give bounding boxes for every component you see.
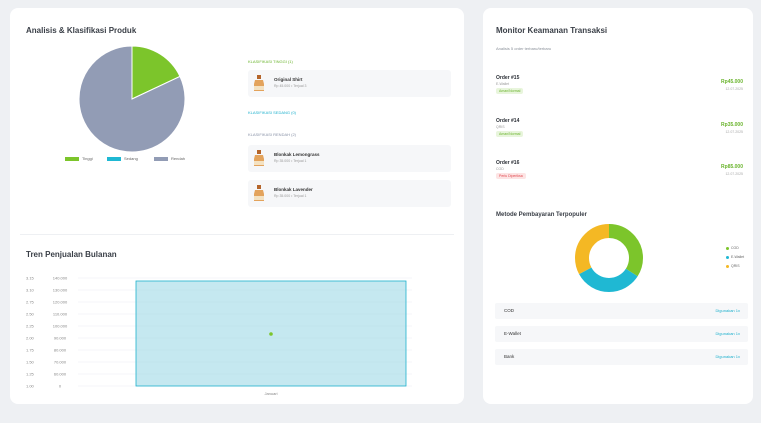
legend-label: Tinggi xyxy=(82,156,93,161)
monitor-title: Monitor Keamanan Transaksi xyxy=(496,26,608,35)
order-row[interactable]: Order #15 E-Wallet Aman/Normal Rp45.000 … xyxy=(496,75,743,101)
payment-name: Bank xyxy=(504,354,515,359)
legend-label: Sedang xyxy=(124,156,138,161)
y-tick-label-left: 2.50 xyxy=(26,312,35,317)
product-bottle-icon xyxy=(254,185,264,201)
transaction-monitor-card: Monitor Keamanan Transaksi Analisis 5 or… xyxy=(483,8,753,404)
y-tick-label-right: 140.000 xyxy=(53,276,68,281)
product-bottle-icon xyxy=(254,75,264,91)
y-tick-label-right: 80.000 xyxy=(54,348,67,353)
y-tick-label-left: 1.50 xyxy=(26,360,35,365)
y-tick-label-right: 120.000 xyxy=(53,300,68,305)
y-tick-label-left: 1.25 xyxy=(26,372,35,377)
category-rendah: KLASIFIKASI RENDAH (2) xyxy=(248,132,297,137)
status-badge: Aman/Normal xyxy=(496,88,524,94)
y-tick-label-left: 1.00 xyxy=(26,384,35,389)
order-time: 12.07.2025 xyxy=(725,87,743,91)
analysis-title: Analisis & Klasifikasi Produk xyxy=(26,26,137,35)
y-tick-label-right: 110.000 xyxy=(53,312,68,317)
order-amount: Rp85.000 xyxy=(721,164,743,170)
donut-legend-label: COD xyxy=(731,246,739,250)
donut-legend-item: COD xyxy=(726,246,739,250)
section-divider xyxy=(20,234,454,235)
y-tick-label-right: 130.000 xyxy=(53,288,68,293)
payment-row[interactable]: E-Wallet Digunakan 1x xyxy=(495,326,748,342)
y-tick-label-right: 70.000 xyxy=(54,360,67,365)
legend-swatch xyxy=(107,156,121,161)
order-id: Order #14 xyxy=(496,118,520,124)
product-item[interactable]: Blonkak Lavender Rp 35.000 • Terjual 1 xyxy=(248,180,451,207)
payment-name: COD xyxy=(504,308,514,313)
order-id: Order #16 xyxy=(496,160,520,166)
product-item[interactable]: Original Shirt Rp 45.000 • Terjual 3 xyxy=(248,70,451,97)
product-item[interactable]: Blonkak Lemongrass Rp 35.000 • Terjual 1 xyxy=(248,145,451,172)
monthly-sales-chart: 3.15 140.000 3.10 130.000 2.75 120.000 2.50 110… xyxy=(26,276,412,396)
product-name: Blonkak Lemongrass xyxy=(274,152,320,157)
status-badge: Aman/Normal xyxy=(496,131,524,137)
category-sedang: KLASIFIKASI SEDANG (0) xyxy=(248,110,297,115)
status-badge: Perlu Diperiksa xyxy=(496,173,526,179)
y-tick-label-right: 0 xyxy=(59,384,62,389)
legend-item-rendah: Rendah xyxy=(154,156,185,161)
legend-label: Rendah xyxy=(171,156,186,161)
order-type: COD xyxy=(496,167,504,171)
category-tinggi: KLASIFIKASI TINGGI (1) xyxy=(248,59,293,64)
payment-title: Metode Pembayaran Terpopuler xyxy=(496,212,587,218)
product-name: Blonkak Lavender xyxy=(274,187,313,192)
payment-row[interactable]: Bank Digunakan 1x xyxy=(495,349,748,365)
y-tick-label-right: 60.000 xyxy=(54,372,67,377)
product-desc: Rp 35.000 • Terjual 1 xyxy=(274,159,307,163)
legend-item-tinggi: Tinggi xyxy=(65,156,93,161)
legend-swatch xyxy=(154,156,168,161)
donut-legend-item: QRIS xyxy=(726,264,740,268)
y-tick-label-right: 100.000 xyxy=(53,324,68,329)
order-row[interactable]: Order #16 COD Perlu Diperiksa Rp85.000 1… xyxy=(496,160,743,186)
product-desc: Rp 45.000 • Terjual 3 xyxy=(274,84,307,88)
order-type: E-Wallet xyxy=(496,82,510,86)
order-amount: Rp45.000 xyxy=(721,79,743,85)
y-tick-label-left: 1.75 xyxy=(26,348,35,353)
classification-pie-chart xyxy=(78,45,186,153)
point-transaksi xyxy=(269,332,273,336)
product-name: Original Shirt xyxy=(274,77,303,82)
order-amount: Rp35.000 xyxy=(721,122,743,128)
order-type: QRIS xyxy=(496,125,505,129)
payment-usage-link[interactable]: Digunakan 1x xyxy=(716,331,740,336)
payment-usage-link[interactable]: Digunakan 1x xyxy=(716,308,740,313)
donut-legend-label: QRIS xyxy=(731,264,740,268)
order-time: 12.07.2025 xyxy=(725,172,743,176)
y-tick-label-right: 90.000 xyxy=(54,336,67,341)
y-tick-label-left: 2.75 xyxy=(26,300,35,305)
legend-swatch xyxy=(65,156,79,161)
donut-legend-item: E-Wallet xyxy=(726,255,744,259)
payment-name: E-Wallet xyxy=(504,331,521,336)
monitor-subtitle: Analisis 5 order terbaru/terbaru xyxy=(496,46,552,51)
product-analysis-card: Analisis & Klasifikasi Produk Tinggi Sed… xyxy=(10,8,464,404)
trend-title: Tren Penjualan Bulanan xyxy=(26,250,117,259)
order-id: Order #15 xyxy=(496,75,520,81)
y-tick-label-left: 2.25 xyxy=(26,324,35,329)
payment-method-donut xyxy=(575,224,643,292)
product-bottle-icon xyxy=(254,150,264,166)
product-desc: Rp 35.000 • Terjual 1 xyxy=(274,194,307,198)
x-tick-label: Januari xyxy=(264,391,277,396)
donut-legend-label: E-Wallet xyxy=(731,255,745,259)
y-tick-label-left: 3.10 xyxy=(26,288,35,293)
order-row[interactable]: Order #14 QRIS Aman/Normal Rp35.000 12.0… xyxy=(496,118,743,144)
order-time: 12.07.2025 xyxy=(725,130,743,134)
payment-row[interactable]: COD Digunakan 1x xyxy=(495,303,748,319)
payment-usage-link[interactable]: Digunakan 1x xyxy=(716,354,740,359)
y-tick-label-left: 3.15 xyxy=(26,276,35,281)
legend-item-sedang: Sedang xyxy=(107,156,138,161)
y-tick-label-left: 2.00 xyxy=(26,336,35,341)
